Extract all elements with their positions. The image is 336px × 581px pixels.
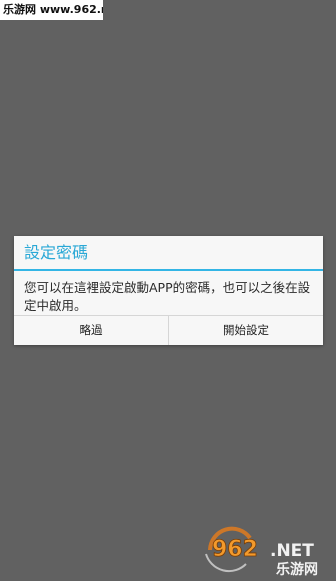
- set-password-dialog: 設定密碼 您可以在這裡設定啟動APP的密碼，也可以之後在設定中啟用。 略過 開始…: [14, 236, 323, 345]
- dialog-title: 設定密碼: [24, 243, 89, 262]
- watermark-top: 乐游网 www.962.net: [0, 0, 103, 20]
- watermark-logo-graphic: 962 .NET 乐游网: [205, 526, 318, 578]
- watermark-brand: 962: [212, 537, 258, 562]
- start-setup-button[interactable]: 開始設定: [168, 316, 323, 345]
- watermark-suffix: .NET: [270, 541, 314, 561]
- watermark-logo: 962 .NET 乐游网: [200, 524, 336, 578]
- dialog-button-bar: 略過 開始設定: [14, 315, 323, 345]
- skip-button[interactable]: 略過: [14, 316, 168, 345]
- watermark-cn: 乐游网: [276, 561, 318, 577]
- dialog-message: 您可以在這裡設定啟動APP的密碼，也可以之後在設定中啟用。: [24, 280, 311, 313]
